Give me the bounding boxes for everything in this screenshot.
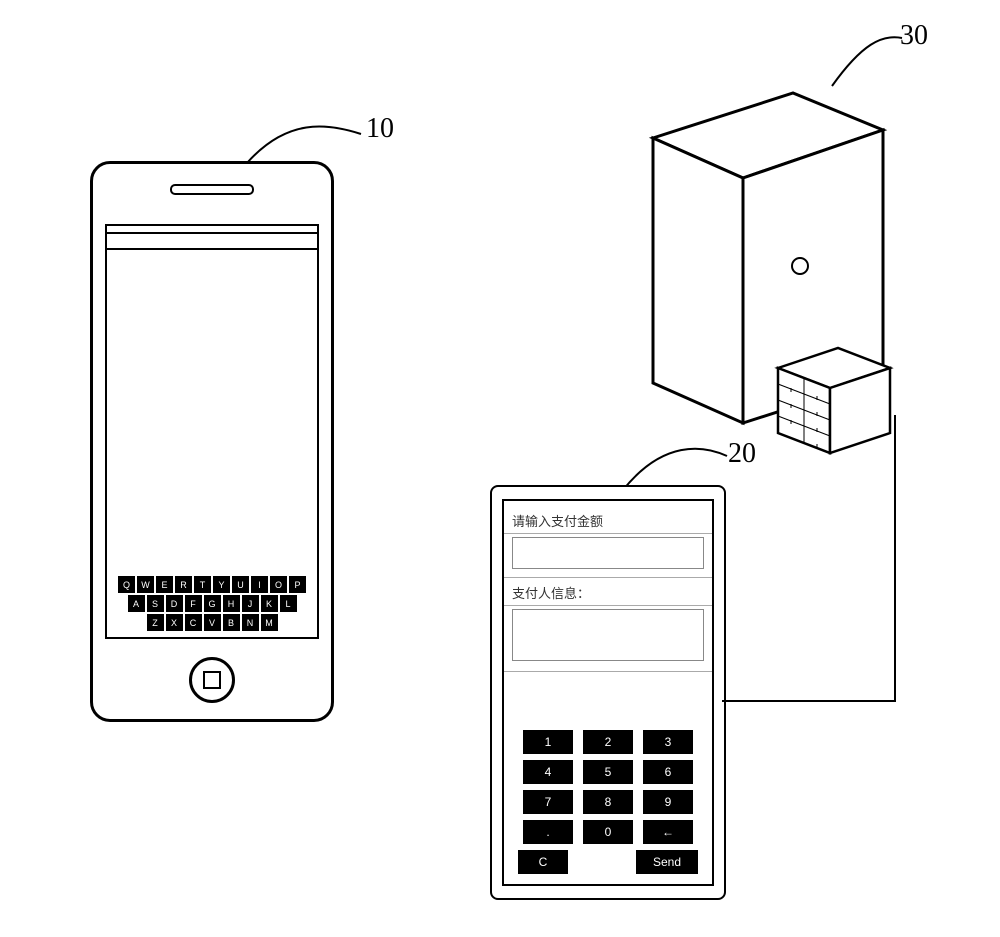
key-z[interactable]: Z xyxy=(147,614,164,631)
payer-info-label: 支付人信息： xyxy=(512,583,590,602)
key-u[interactable]: U xyxy=(232,576,249,593)
numkey-9[interactable]: 9 xyxy=(643,790,693,814)
key-h[interactable]: H xyxy=(223,595,240,612)
key-o[interactable]: O xyxy=(270,576,287,593)
home-button[interactable] xyxy=(189,657,235,703)
key-j[interactable]: J xyxy=(242,595,259,612)
numkey-1[interactable]: 1 xyxy=(523,730,573,754)
phone-screen: Q W E R T Y U I O P A S D F G H xyxy=(105,224,319,639)
screen-top-bar xyxy=(107,232,317,250)
key-c[interactable]: C xyxy=(185,614,202,631)
payer-info-box[interactable] xyxy=(512,609,704,661)
numkey-2[interactable]: 2 xyxy=(583,730,633,754)
numkey-send[interactable]: Send xyxy=(636,850,698,874)
key-q[interactable]: Q xyxy=(118,576,135,593)
qwerty-keyboard: Q W E R T Y U I O P A S D F G H xyxy=(113,574,311,631)
numkey-0[interactable]: 0 xyxy=(583,820,633,844)
diagram-stage: 10 30 20 Q W E R T Y U I xyxy=(0,0,1000,937)
numkey-5[interactable]: 5 xyxy=(583,760,633,784)
key-y[interactable]: Y xyxy=(213,576,230,593)
numkey-dot[interactable]: . xyxy=(523,820,573,844)
key-g[interactable]: G xyxy=(204,595,221,612)
key-i[interactable]: I xyxy=(251,576,268,593)
numkey-clear[interactable]: C xyxy=(518,850,568,874)
key-n[interactable]: N xyxy=(242,614,259,631)
home-button-icon xyxy=(203,671,221,689)
key-e[interactable]: E xyxy=(156,576,173,593)
key-p[interactable]: P xyxy=(289,576,306,593)
connector-horizontal xyxy=(722,700,896,702)
numkey-3[interactable]: 3 xyxy=(643,730,693,754)
key-k[interactable]: K xyxy=(261,595,278,612)
payment-terminal: 请输入支付金额 支付人信息： 1 2 3 4 5 6 7 xyxy=(490,485,726,900)
numkey-6[interactable]: 6 xyxy=(643,760,693,784)
numkey-7[interactable]: 7 xyxy=(523,790,573,814)
earpiece xyxy=(170,184,254,195)
reference-label-phone: 10 xyxy=(366,113,394,145)
key-f[interactable]: F xyxy=(185,595,202,612)
connector-vertical xyxy=(894,415,896,702)
key-b[interactable]: B xyxy=(223,614,240,631)
key-s[interactable]: S xyxy=(147,595,164,612)
numeric-keypad: 1 2 3 4 5 6 7 8 9 . 0 ← xyxy=(516,730,700,874)
amount-input[interactable] xyxy=(512,537,704,569)
key-m[interactable]: M xyxy=(261,614,278,631)
key-v[interactable]: V xyxy=(204,614,221,631)
numkey-backspace[interactable]: ← xyxy=(643,820,693,844)
terminal-screen: 请输入支付金额 支付人信息： 1 2 3 4 5 6 7 xyxy=(502,499,714,886)
key-w[interactable]: W xyxy=(137,576,154,593)
numkey-8[interactable]: 8 xyxy=(583,790,633,814)
key-t[interactable]: T xyxy=(194,576,211,593)
mobile-phone: Q W E R T Y U I O P A S D F G H xyxy=(90,161,334,722)
key-r[interactable]: R xyxy=(175,576,192,593)
key-d[interactable]: D xyxy=(166,595,183,612)
key-a[interactable]: A xyxy=(128,595,145,612)
server-with-firewall xyxy=(608,58,928,468)
key-l[interactable]: L xyxy=(280,595,297,612)
key-x[interactable]: X xyxy=(166,614,183,631)
numkey-4[interactable]: 4 xyxy=(523,760,573,784)
amount-label: 请输入支付金额 xyxy=(512,511,603,530)
